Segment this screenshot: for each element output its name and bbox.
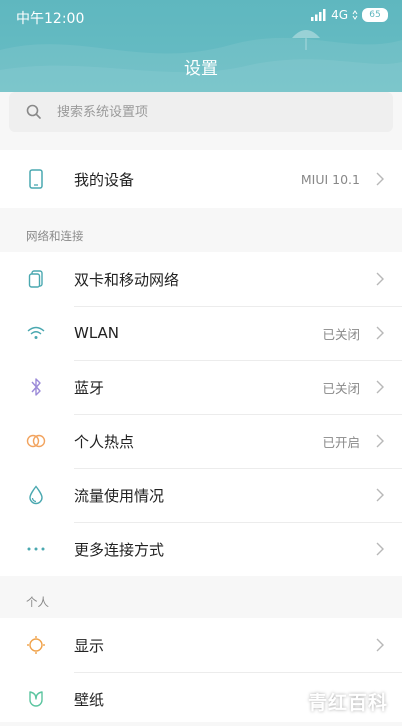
row-label: 显示 xyxy=(74,636,105,655)
chevron-right-icon xyxy=(376,272,384,286)
status-bar: 中午12:00 4G 65 xyxy=(0,0,402,34)
header: 中午12:00 4G 65 设置 xyxy=(0,0,402,92)
chevron-right-icon xyxy=(376,638,384,652)
chevron-right-icon xyxy=(376,172,384,186)
data-arrows-icon xyxy=(352,10,358,20)
row-label: 壁纸 xyxy=(74,690,105,709)
network-type: 4G xyxy=(331,8,348,22)
more-dots-icon xyxy=(26,539,46,559)
row-more-connections[interactable]: 更多连接方式 xyxy=(0,522,402,576)
row-value: 已关闭 xyxy=(322,380,360,396)
droplet-icon xyxy=(26,485,46,505)
status-time: 中午12:00 xyxy=(16,11,85,27)
battery-icon: 65 xyxy=(362,8,388,22)
row-my-device[interactable]: 我的设备 MIUI 10.1 xyxy=(0,150,402,208)
row-hotspot[interactable]: 个人热点 已开启 xyxy=(0,414,402,468)
row-wlan[interactable]: WLAN 已关闭 xyxy=(0,306,402,360)
chevron-right-icon xyxy=(376,542,384,556)
leaf-icon xyxy=(26,689,46,709)
row-data-usage[interactable]: 流量使用情况 xyxy=(0,468,402,522)
section-title: 个人 xyxy=(26,595,49,609)
sim-card-icon xyxy=(26,269,46,289)
section-title: 网络和连接 xyxy=(26,229,84,243)
row-bluetooth[interactable]: 蓝牙 已关闭 xyxy=(0,360,402,414)
phone-icon xyxy=(26,169,46,189)
search-bar[interactable] xyxy=(9,92,393,132)
row-label: 蓝牙 xyxy=(74,378,105,397)
hotspot-icon xyxy=(26,431,46,451)
row-value: MIUI 10.1 xyxy=(300,171,360,187)
row-value: 已关闭 xyxy=(322,326,360,342)
chevron-right-icon xyxy=(376,380,384,394)
signal-icon xyxy=(311,9,326,21)
sun-icon xyxy=(26,635,46,655)
row-label: 流量使用情况 xyxy=(74,486,165,505)
chevron-right-icon xyxy=(376,488,384,502)
row-label: 更多连接方式 xyxy=(74,540,165,559)
search-input[interactable] xyxy=(55,103,359,121)
network-card: 双卡和移动网络 WLAN 已关闭 蓝牙 已关闭 个人热点 已开启 流量使用情况 xyxy=(0,252,402,576)
chevron-right-icon xyxy=(376,326,384,340)
row-display[interactable]: 显示 xyxy=(0,618,402,672)
watermark: 青红百科 xyxy=(307,692,388,714)
chevron-right-icon xyxy=(376,434,384,448)
row-label: 个人热点 xyxy=(74,432,135,451)
wifi-icon xyxy=(26,323,46,343)
row-label: 我的设备 xyxy=(74,170,135,189)
row-dual-sim[interactable]: 双卡和移动网络 xyxy=(0,252,402,306)
page-title: 设置 xyxy=(184,59,218,79)
row-label: 双卡和移动网络 xyxy=(74,270,180,289)
status-right: 4G 65 xyxy=(311,8,388,22)
search-icon xyxy=(26,104,41,119)
device-card: 我的设备 MIUI 10.1 xyxy=(0,150,402,208)
row-value: 已开启 xyxy=(322,434,360,450)
row-label: WLAN xyxy=(74,324,120,342)
bluetooth-icon xyxy=(26,377,46,397)
